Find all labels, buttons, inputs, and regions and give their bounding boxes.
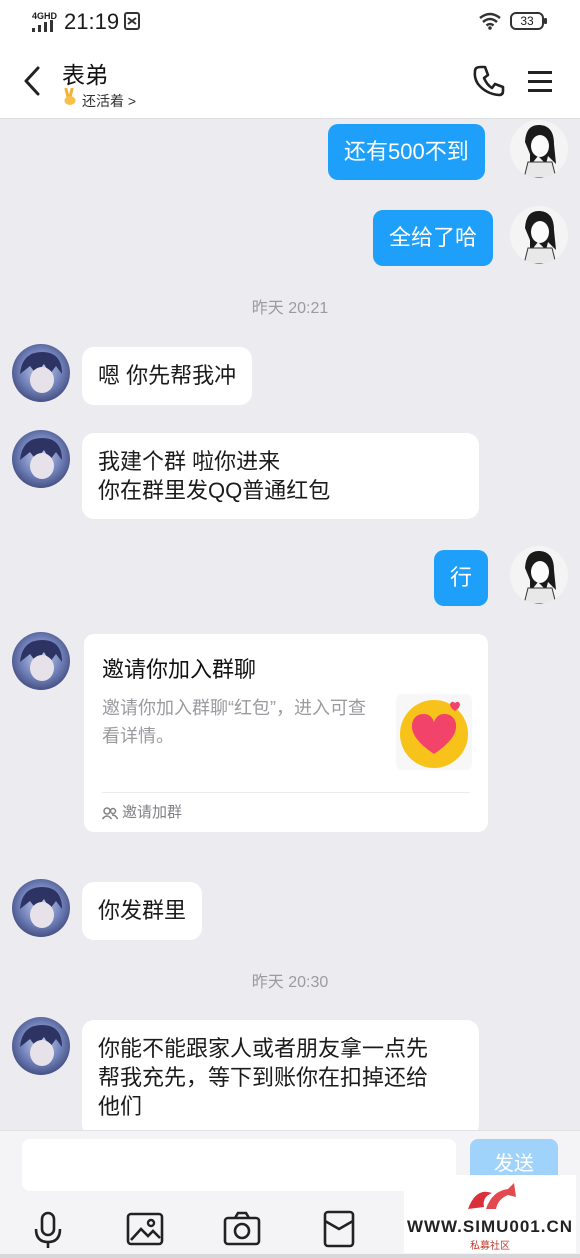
group-image [396, 694, 472, 770]
contact-status-text: 还活着 > [82, 93, 137, 109]
contact-avatar-image [12, 430, 70, 488]
bottom-strip [0, 1254, 580, 1258]
message-line: 你在群里发QQ普通红包 [98, 478, 331, 503]
avatar-self[interactable] [510, 206, 568, 264]
peace-hand-icon [64, 88, 76, 105]
divider [102, 792, 470, 793]
avatar-self[interactable] [510, 546, 568, 604]
camera-icon[interactable] [222, 1209, 262, 1249]
message-line: 我建个群 啦你进来 [98, 449, 281, 474]
contact-avatar-image [12, 879, 70, 937]
message-bubble-sent[interactable]: 行 [434, 550, 489, 606]
contact-avatar-image [12, 1017, 70, 1075]
contact-name: 表弟 [62, 62, 108, 88]
message-line: 他们 [98, 1094, 143, 1119]
message-bubble-received[interactable]: 你能不能跟家人或者朋友拿一点先 帮我充先，等下到账你在扣掉还给 他们 [82, 1020, 479, 1136]
watermark-subtext: 私募社区 [470, 1241, 510, 1252]
wifi-icon [479, 12, 501, 30]
message-bubble-sent[interactable]: 还有500不到 [328, 124, 485, 180]
avatar-contact[interactable] [12, 344, 70, 402]
group-invite-card[interactable]: 邀请你加入群聊 邀请你加入群聊“红包”，进入可查看详情。 邀请加群 [84, 634, 488, 832]
sim-icon [124, 12, 140, 30]
invite-title: 邀请你加入群聊 [102, 657, 257, 682]
watermark-logo-icon [468, 1183, 516, 1209]
red-packet-icon[interactable] [319, 1209, 359, 1249]
watermark-text: WWW.SIMU001.CN [406, 1217, 574, 1236]
timestamp: 昨天 20:21 [251, 300, 329, 317]
self-avatar-image [523, 124, 557, 178]
microphone-icon[interactable] [28, 1209, 68, 1249]
contact-status[interactable]: 还活着 > [62, 88, 136, 111]
message-line: 你能不能跟家人或者朋友拿一点先 [98, 1036, 429, 1061]
contact-avatar-image [12, 632, 70, 690]
timestamp: 昨天 20:30 [251, 974, 329, 991]
clock: 21:19 [64, 9, 120, 34]
invite-footer-text: 邀请加群 [122, 804, 183, 821]
chat-header: 表弟 还活着 > [0, 44, 580, 119]
heart-emoji-icon [400, 700, 468, 768]
avatar-contact[interactable] [12, 1017, 70, 1075]
message-line: 帮我充先，等下到账你在扣掉还给 [98, 1065, 429, 1090]
message-bubble-received[interactable]: 你发群里 [82, 882, 203, 940]
status-bar: 4GHD 21:19 33 [0, 0, 580, 44]
group-icon [101, 807, 119, 820]
self-avatar-image [523, 210, 557, 264]
chevron-left-icon[interactable] [18, 64, 48, 98]
avatar-contact[interactable] [12, 430, 70, 488]
avatar-contact[interactable] [12, 632, 70, 690]
phone-icon[interactable] [472, 64, 506, 98]
invite-description: 邀请你加入群聊“红包”，进入可查看详情。 [102, 698, 366, 746]
message-bubble-received[interactable]: 嗯 你先帮我冲 [82, 347, 253, 405]
self-avatar-image [523, 550, 557, 604]
invite-footer: 邀请加群 [101, 801, 183, 822]
message-bubble-received[interactable]: 我建个群 啦你进来 你在群里发QQ普通红包 [82, 433, 479, 519]
avatar-contact[interactable] [12, 879, 70, 937]
message-bubble-sent[interactable]: 全给了哈 [373, 210, 494, 266]
battery-indicator: 33 [510, 12, 547, 30]
message-input[interactable] [22, 1139, 456, 1191]
photo-icon[interactable] [125, 1209, 165, 1249]
contact-avatar-image [12, 344, 70, 402]
menu-icon[interactable] [526, 66, 554, 96]
signal-icon [32, 20, 53, 32]
avatar-self[interactable] [510, 120, 568, 178]
watermark: WWW.SIMU001.CN 私募社区 [404, 1175, 576, 1253]
